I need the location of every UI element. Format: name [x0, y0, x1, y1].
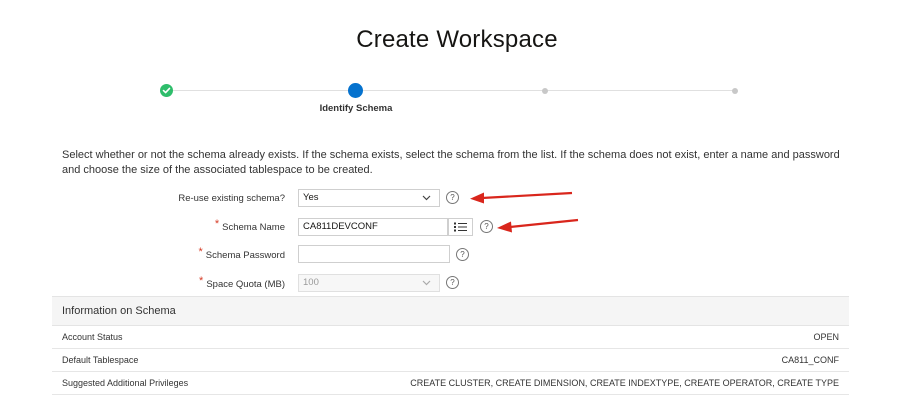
required-indicator: *: [199, 275, 204, 287]
info-value: OPEN: [813, 332, 839, 342]
reuse-schema-select[interactable]: Yes: [298, 189, 440, 207]
info-row: Account Status OPEN: [52, 326, 849, 349]
schema-password-input[interactable]: [298, 245, 450, 263]
required-indicator: *: [198, 246, 203, 258]
help-icon[interactable]: ?: [480, 220, 493, 233]
info-row: Default Tablespace CA811_CONF: [52, 349, 849, 372]
space-quota-label: * Space Quota (MB): [199, 275, 285, 290]
check-icon: [162, 87, 171, 94]
required-indicator: *: [214, 218, 220, 230]
page-title: Create Workspace: [356, 26, 558, 53]
wizard-step-future: [542, 88, 548, 94]
info-key: Suggested Additional Privileges: [62, 378, 189, 388]
wizard-current-step-label: Identify Schema: [319, 103, 393, 114]
schema-info-region: Information on Schema Account Status OPE…: [52, 296, 849, 403]
schema-name-input[interactable]: CA811DEVCONF: [298, 218, 448, 236]
info-row: Suggested Additional Privileges CREATE C…: [52, 372, 849, 395]
info-key: Account Status: [62, 332, 123, 342]
help-icon[interactable]: ?: [446, 276, 459, 289]
schema-name-label: * Schema Name: [214, 218, 285, 233]
reuse-schema-label: Re-use existing schema?: [178, 193, 285, 204]
chevron-down-icon: [422, 280, 431, 286]
wizard-step-current: [348, 83, 363, 98]
schema-info-title: Information on Schema: [52, 296, 849, 326]
instructions-text: Select whether or not the schema already…: [62, 149, 840, 176]
info-key: Default Tablespace: [62, 355, 139, 365]
chevron-down-icon: [422, 195, 431, 201]
space-quota-select[interactable]: 100: [298, 274, 440, 292]
wizard-step-complete: [160, 84, 173, 97]
wizard-track: [166, 90, 735, 91]
schema-list-button[interactable]: [448, 218, 473, 236]
schema-password-label: * Schema Password: [198, 246, 285, 261]
info-value: CA811_CONF: [781, 355, 839, 365]
help-icon[interactable]: ?: [446, 191, 459, 204]
help-icon[interactable]: ?: [456, 248, 469, 261]
info-value: CREATE CLUSTER, CREATE DIMENSION, CREATE…: [410, 378, 839, 388]
list-icon: [454, 222, 467, 232]
wizard-step-future: [732, 88, 738, 94]
